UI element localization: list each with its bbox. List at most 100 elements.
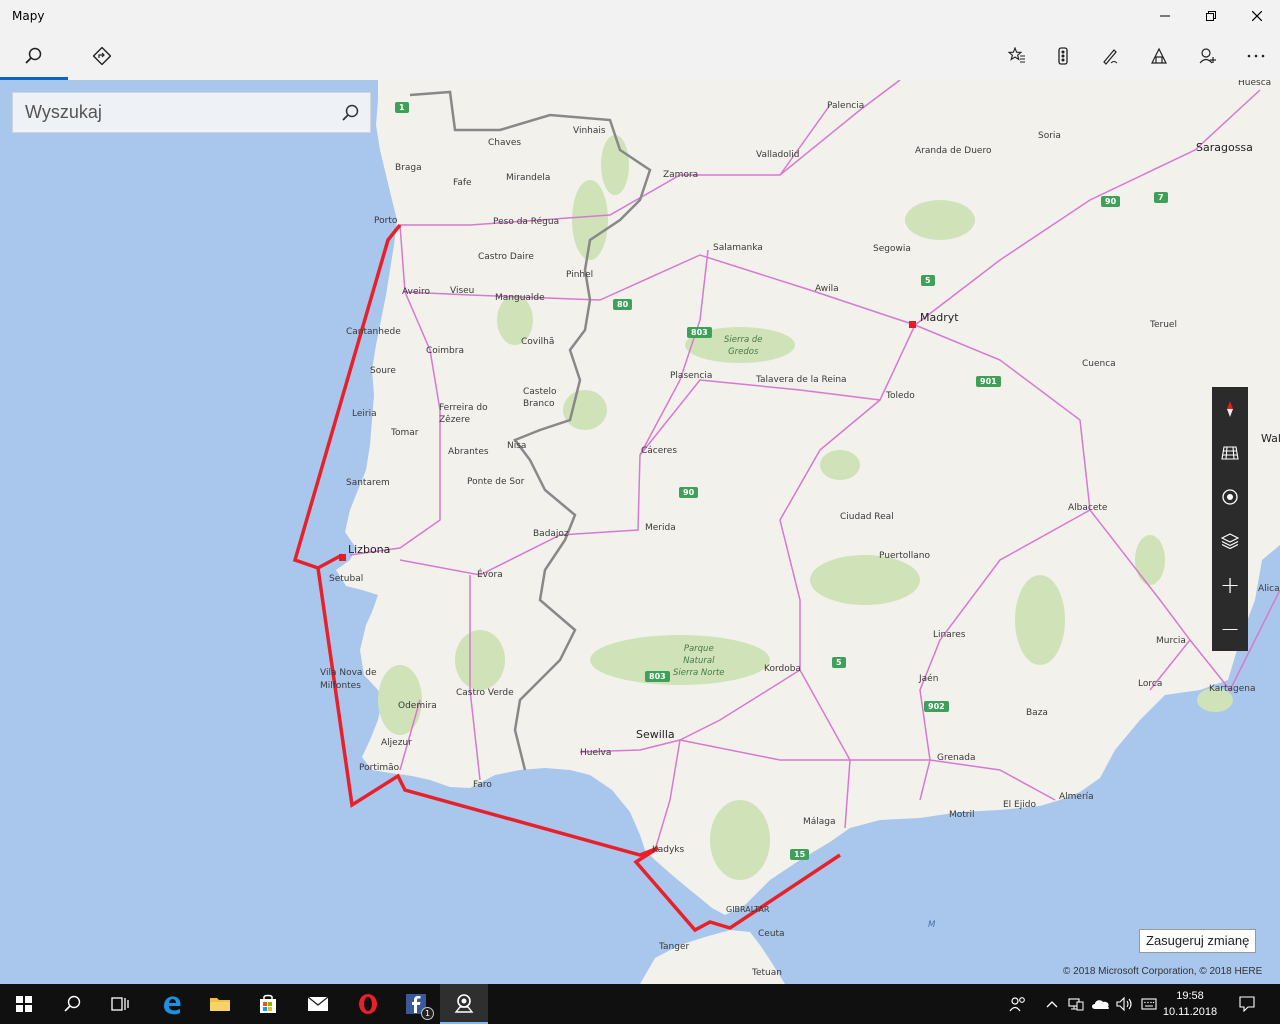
- store-icon: [260, 994, 276, 1013]
- map-views-button[interactable]: [1212, 519, 1248, 563]
- restore-button[interactable]: [1188, 0, 1234, 32]
- streetside-button[interactable]: [1212, 431, 1248, 475]
- more-icon: [1247, 54, 1265, 58]
- edge-button[interactable]: [148, 984, 196, 1024]
- feature-label: Parque Natural Sierra Norte: [673, 644, 725, 678]
- city-label: Aljezur: [381, 738, 412, 748]
- city-label: Huesca: [1238, 80, 1272, 88]
- city-label: Lorca: [1138, 679, 1163, 689]
- city-label: Tomar: [391, 428, 419, 438]
- volume-button[interactable]: [1114, 984, 1136, 1024]
- task-view-button[interactable]: [96, 984, 144, 1024]
- compass-button[interactable]: [1212, 387, 1248, 431]
- city-label: Setubal: [329, 574, 364, 584]
- clock-date: 10.11.2018: [1162, 1006, 1218, 1018]
- feature-label: Sierra de Gredos: [724, 335, 763, 357]
- account-button[interactable]: [1185, 32, 1231, 80]
- road-shield: 1: [395, 102, 409, 113]
- city-label: Salamanka: [713, 243, 763, 253]
- title-bar: Mapy: [0, 0, 1280, 32]
- traffic-button[interactable]: [1040, 32, 1086, 80]
- pen-icon: [1103, 49, 1118, 65]
- city-label: Kadyks: [652, 845, 685, 855]
- city-label: Wal: [1261, 432, 1280, 445]
- city-label: Sewilla: [636, 728, 675, 741]
- lizbona-marker: [339, 554, 346, 561]
- windows-icon: [16, 996, 32, 1012]
- city-icon: [1151, 47, 1167, 64]
- copyright-text: © 2018 Microsoft Corporation, © 2018 HER…: [1063, 966, 1263, 977]
- tab-directions[interactable]: [68, 32, 136, 80]
- input-language-button[interactable]: [1138, 984, 1160, 1024]
- opera-button[interactable]: [344, 984, 392, 1024]
- start-button[interactable]: [0, 984, 48, 1024]
- city-label: Kartagena: [1209, 684, 1256, 694]
- my-location-button[interactable]: [1212, 475, 1248, 519]
- city-label: Merida: [645, 523, 676, 533]
- city-label: Saragossa: [1196, 141, 1253, 154]
- people-icon: [1009, 997, 1025, 1012]
- city-label: Portimão: [359, 763, 400, 773]
- city-label: Porto: [374, 216, 398, 226]
- notification-icon: [1239, 996, 1255, 1012]
- facebook-button[interactable]: 1: [392, 984, 440, 1024]
- favorites-button[interactable]: [994, 32, 1040, 80]
- city-label: Toledo: [886, 391, 915, 401]
- zoom-out-button[interactable]: −: [1212, 607, 1248, 651]
- city-label: Leiria: [352, 409, 377, 419]
- city-label: Motril: [949, 810, 975, 820]
- city-label: Madryt: [920, 311, 959, 324]
- zoom-in-button[interactable]: +: [1212, 563, 1248, 607]
- taskbar-search-button[interactable]: [48, 984, 96, 1024]
- suggest-change-button[interactable]: Zasugeruj zmianę: [1139, 929, 1257, 953]
- restore-icon: [1206, 11, 1216, 21]
- close-icon: [1252, 11, 1262, 21]
- city-label: Soria: [1038, 131, 1061, 141]
- task-view-icon: [111, 997, 129, 1011]
- city-label: Abrantes: [448, 447, 489, 457]
- traffic-icon: [1058, 47, 1068, 65]
- map-canvas[interactable]: Porto Braga Fafe Chaves Vinhais Mirandel…: [0, 80, 1280, 984]
- road-shield: 90: [679, 487, 699, 498]
- more-button[interactable]: [1233, 32, 1279, 80]
- road-shield: 15: [790, 849, 810, 860]
- city-label: Coimbra: [426, 346, 464, 356]
- action-center-button[interactable]: [1230, 984, 1264, 1024]
- clock[interactable]: 19:58 10.11.2018: [1160, 988, 1220, 1020]
- city-label: Lizbona: [348, 543, 391, 556]
- road-shield: 902: [924, 701, 949, 712]
- network-button[interactable]: [1066, 984, 1086, 1024]
- road-shield: 7: [1154, 192, 1168, 203]
- mail-icon: [307, 996, 329, 1011]
- 3d-cities-button[interactable]: [1136, 32, 1182, 80]
- city-label: Málaga: [803, 817, 836, 827]
- folder-icon: [210, 998, 230, 1011]
- search-icon: [25, 47, 42, 64]
- show-hidden-icons-button[interactable]: [1042, 984, 1062, 1024]
- onedrive-button[interactable]: [1090, 984, 1112, 1024]
- maps-app-button[interactable]: [440, 984, 488, 1024]
- map-graphics: [0, 80, 1280, 984]
- search-icon: [64, 995, 81, 1012]
- store-button[interactable]: [244, 984, 292, 1024]
- ink-button[interactable]: [1087, 32, 1133, 80]
- city-label: Évora: [477, 570, 503, 580]
- favorites-icon: [1008, 47, 1025, 63]
- tab-search[interactable]: [0, 32, 68, 80]
- compass-icon: [1227, 401, 1233, 417]
- madryt-marker: [909, 321, 916, 328]
- file-explorer-button[interactable]: [196, 984, 244, 1024]
- city-label: Baza: [1026, 708, 1048, 718]
- sea-label: M: [928, 920, 936, 930]
- search-input[interactable]: [25, 102, 325, 123]
- city-label: Viseu: [450, 286, 475, 296]
- city-label: Mangualde: [495, 293, 545, 303]
- people-button[interactable]: [1004, 984, 1032, 1024]
- city-label: Talavera de la Reina: [756, 375, 847, 385]
- minimize-button[interactable]: [1142, 0, 1188, 32]
- search-icon: [342, 104, 359, 121]
- clock-time: 19:58: [1176, 990, 1204, 1002]
- search-button[interactable]: [340, 103, 360, 123]
- close-button[interactable]: [1234, 0, 1280, 32]
- mail-button[interactable]: [294, 984, 342, 1024]
